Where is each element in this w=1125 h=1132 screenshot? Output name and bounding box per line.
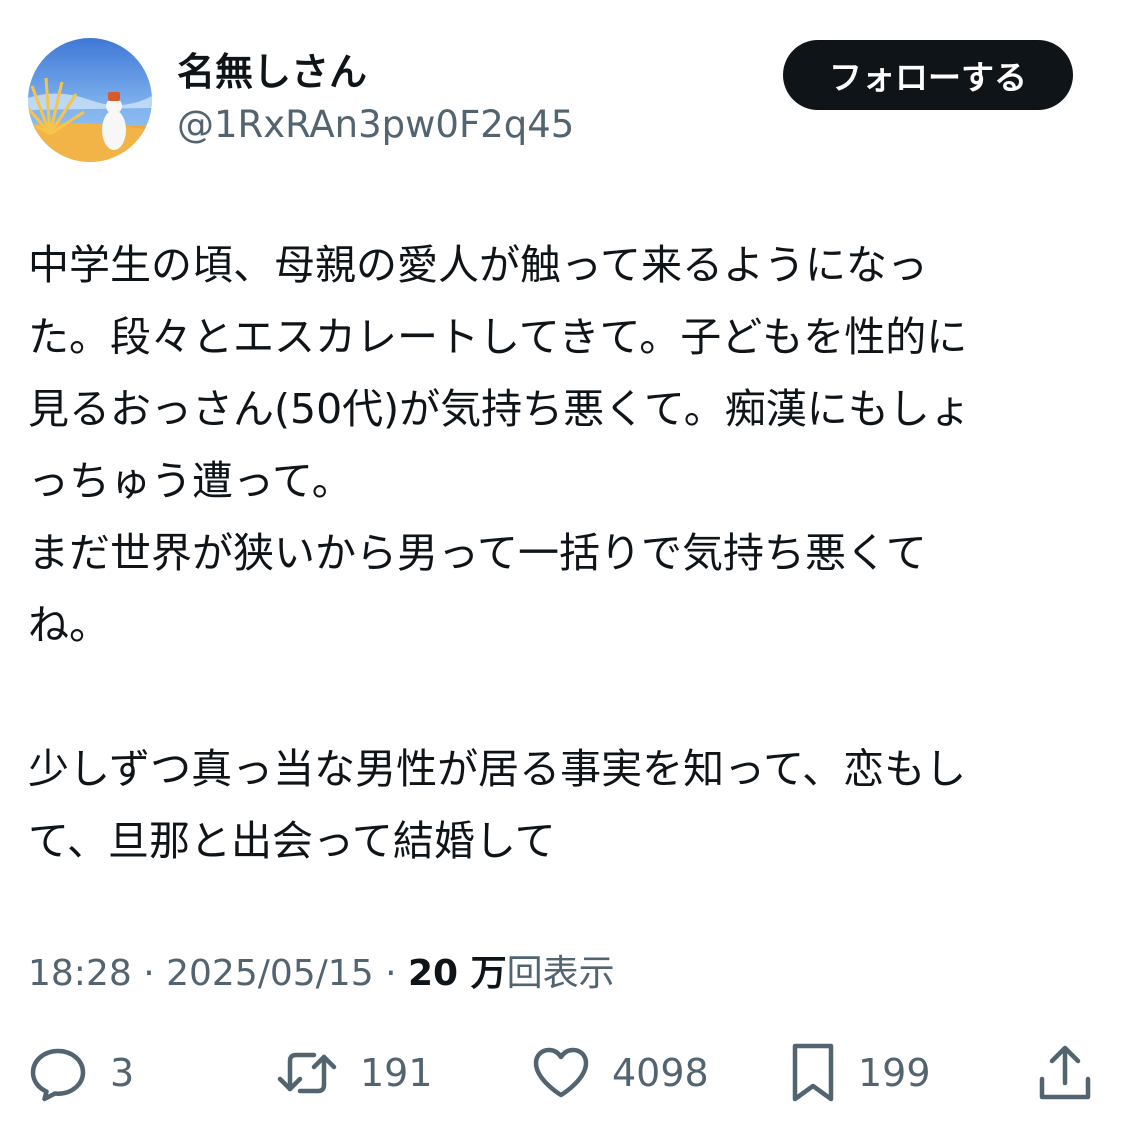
tweet-line: っちゅう遭って。: [28, 457, 353, 505]
tweet-text: 中学生の頃、母親の愛人が触って来るようになっ た。段々とエスカレートしてきて。子…: [28, 229, 1103, 877]
heart-icon: [533, 1047, 589, 1098]
tweet-time[interactable]: 18:28: [28, 953, 132, 994]
retweet-count: 191: [360, 1051, 433, 1095]
tweet-line: た。段々とエスカレートしてきて。子どもを性的に: [28, 313, 968, 361]
views-label[interactable]: 回表示: [507, 953, 615, 994]
bookmark-count: 199: [858, 1051, 931, 1095]
tweet-date[interactable]: 2025/05/15: [166, 953, 374, 994]
reply-count: 3: [110, 1051, 135, 1095]
reply-button[interactable]: 3: [28, 1038, 134, 1108]
tweet-line: [28, 661, 1103, 733]
tweet-line: ね。: [28, 601, 110, 649]
tweet-line: て、旦那と出会って結婚して: [28, 817, 556, 865]
meta-separator: ·: [385, 953, 397, 994]
user-handle[interactable]: @1RxRAn3pw0F2q45: [177, 100, 574, 150]
bookmark-icon: [792, 1043, 834, 1102]
share-icon: [1039, 1045, 1091, 1100]
tweet-line: 中学生の頃、母親の愛人が触って来るようになっ: [28, 241, 928, 289]
avatar[interactable]: [28, 38, 152, 162]
display-name[interactable]: 名無しさん: [177, 46, 367, 98]
tweet-line: 見るおっさん(50代)が気持ち悪くて。痴漢にもしょ: [28, 385, 971, 433]
like-count: 4098: [612, 1051, 709, 1095]
views-count[interactable]: 20 万: [408, 953, 507, 994]
retweet-icon: [277, 1052, 337, 1094]
tweet-line: 少しずつ真っ当な男性が居る事実を知って、恋もし: [28, 745, 967, 793]
reply-icon: [30, 1048, 86, 1102]
tweet-line: まだ世界が狭いから男って一括りで気持ち悪くて: [28, 529, 927, 577]
bookmark-button[interactable]: 199: [790, 1038, 931, 1108]
tweet-meta: 18:28 · 2025/05/15 · 20 万回表示: [28, 946, 615, 1002]
like-button[interactable]: 4098: [532, 1038, 709, 1108]
retweet-button[interactable]: 191: [276, 1038, 433, 1108]
avatar-image-icon: [28, 38, 152, 162]
follow-button[interactable]: フォローする: [783, 40, 1073, 110]
meta-separator: ·: [143, 953, 155, 994]
share-button[interactable]: [1036, 1038, 1094, 1108]
